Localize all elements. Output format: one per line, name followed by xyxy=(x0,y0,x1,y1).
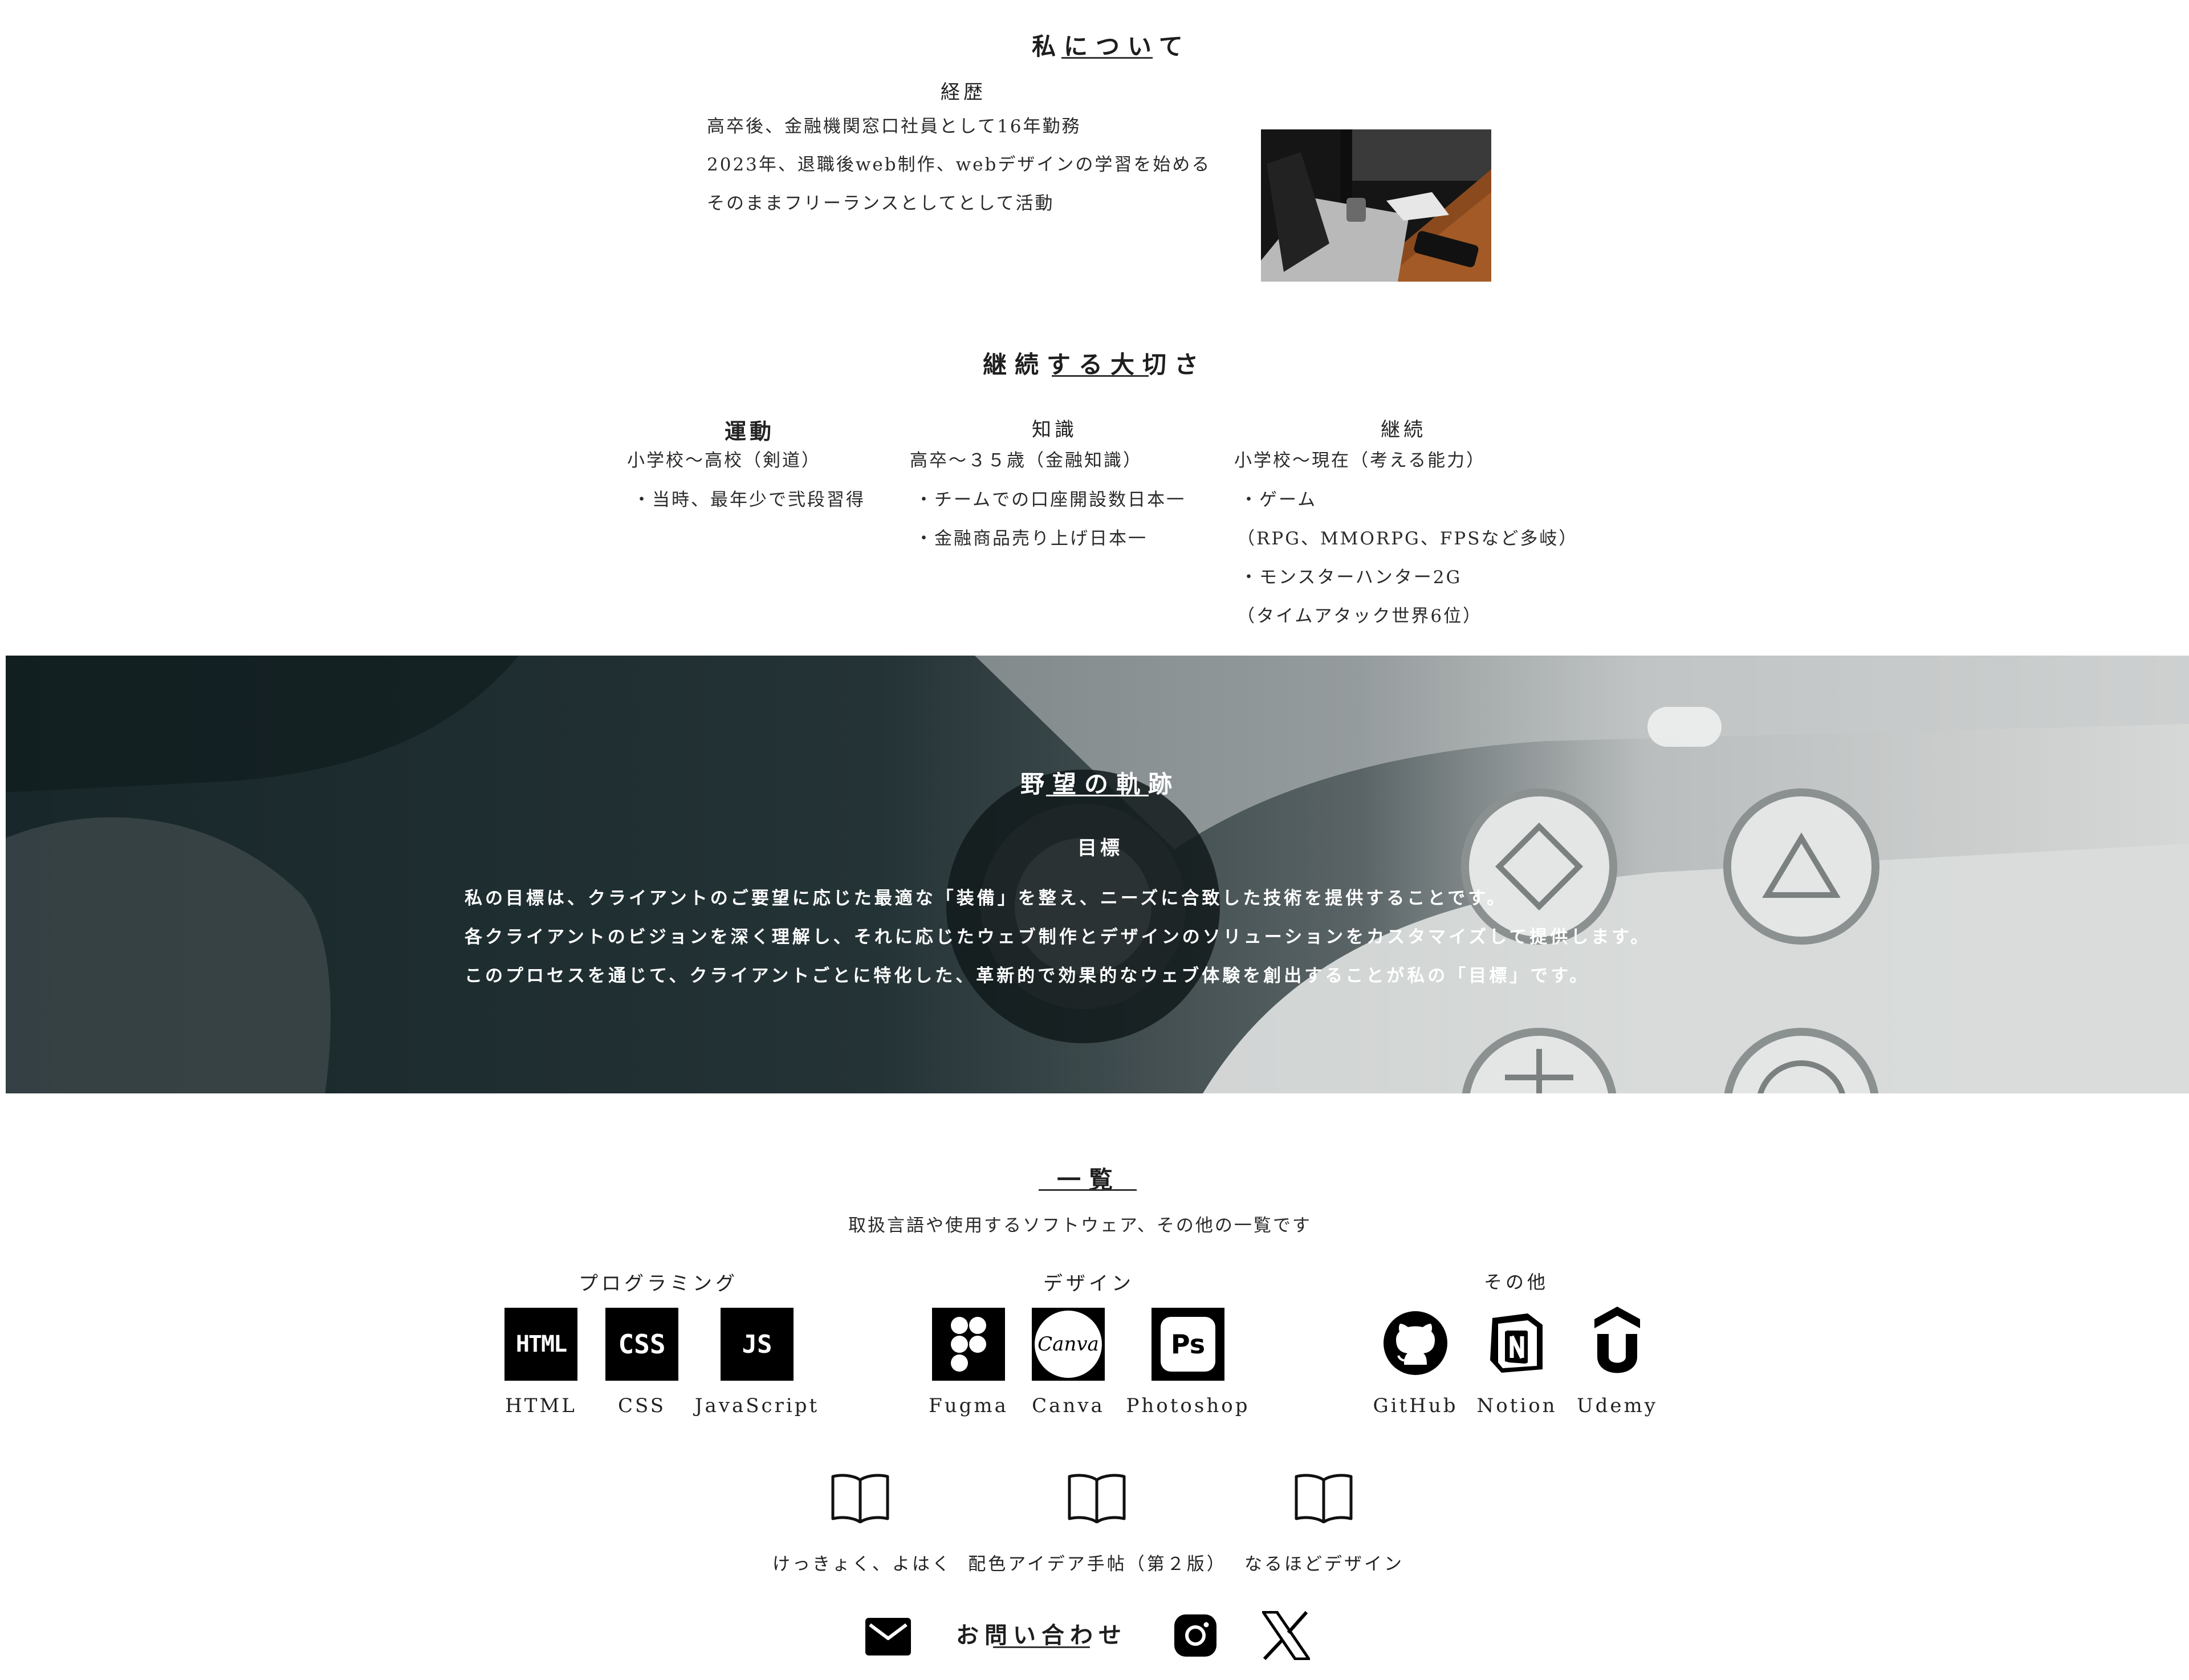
continuity-item: （RPG、MMORPG、FPSなど多岐） xyxy=(1237,528,1578,549)
list-title-underline xyxy=(1039,1189,1137,1191)
html-icon[interactable]: HTML xyxy=(504,1308,577,1381)
canva-circle: Canva xyxy=(1035,1311,1102,1378)
github-icon[interactable] xyxy=(1382,1310,1449,1376)
continuity-item: ・モンスターハンター2G xyxy=(1240,567,1462,588)
ambition-line: 私の目標は、クライアントのご要望に応じた最適な「装備」を整え、ニーズに合致した技… xyxy=(465,888,1508,909)
photoshop-glyph: Ps xyxy=(1170,1329,1206,1360)
instagram-glyph xyxy=(1174,1614,1216,1657)
ambition-line: 各クライアントのビジョンを深く理解し、それに応じたウェブ制作とデザインのソリュー… xyxy=(465,927,1651,947)
github-label: GitHub xyxy=(1373,1394,1458,1417)
game-controller-illustration xyxy=(6,656,2189,1093)
contact-label: お問い合わせ xyxy=(956,1622,1127,1649)
group-heading-design: デザイン xyxy=(1043,1272,1134,1295)
github-glyph xyxy=(1384,1311,1447,1375)
continuity-col-period: 小学校〜現在（考える能力） xyxy=(1234,450,1486,471)
list-description: 取扱言語や使用するソフトウェア、その他の一覧です xyxy=(848,1215,1312,1236)
desk-laptop-photo xyxy=(1261,129,1491,282)
continuity-col-period: 高卒〜３５歳（金融知識） xyxy=(910,450,1142,471)
book-glyph xyxy=(1068,1474,1126,1524)
continuity-col-period: 小学校〜高校（剣道） xyxy=(627,450,821,471)
udemy-icon[interactable] xyxy=(1592,1305,1643,1380)
notion-label: Notion xyxy=(1476,1394,1557,1417)
js-icon[interactable]: JS xyxy=(721,1308,794,1381)
career-line: 高卒後、金融機関窓口社員として16年勤務 xyxy=(707,116,1081,137)
continuity-col-heading: 運動 xyxy=(724,418,775,444)
photoshop-icon[interactable]: Ps xyxy=(1152,1308,1224,1381)
notion-glyph xyxy=(1490,1313,1543,1373)
figma-icon[interactable] xyxy=(932,1308,1005,1381)
ambition-line: このプロセスを通じて、クライアントごとに特化した、革新的で効果的なウェブ体験を創… xyxy=(465,966,1590,986)
career-line: そのままフリーランスとしてとして活動 xyxy=(707,193,1055,214)
figma-label: Fugma xyxy=(929,1394,1008,1417)
mail-glyph xyxy=(865,1618,911,1655)
photoshop-frame: Ps xyxy=(1161,1317,1215,1372)
continuity-item: ・チームでの口座開設数日本一 xyxy=(915,490,1186,510)
ambition-title-underline xyxy=(1046,795,1149,796)
canva-icon[interactable]: Canva xyxy=(1032,1308,1105,1381)
css-icon[interactable]: CSS xyxy=(605,1308,678,1381)
continuity-col-heading: 継続 xyxy=(1381,418,1426,441)
udemy-label: Udemy xyxy=(1577,1394,1658,1417)
canva-label: Canva xyxy=(1032,1394,1105,1417)
css-label: CSS xyxy=(617,1394,666,1417)
book-icon[interactable] xyxy=(1067,1472,1126,1524)
book-glyph xyxy=(831,1474,889,1524)
continuity-item: （タイムアタック世界6位） xyxy=(1237,606,1483,627)
photoshop-label: Photoshop xyxy=(1126,1394,1250,1417)
contact-link[interactable]: お問い合わせ xyxy=(953,1617,1130,1653)
notion-icon[interactable] xyxy=(1487,1310,1547,1374)
book-icon[interactable] xyxy=(831,1472,890,1524)
ambition-subheading: 目標 xyxy=(1077,837,1123,860)
career-heading: 経歴 xyxy=(941,81,986,104)
canva-glyph: Canva xyxy=(1037,1333,1099,1356)
udemy-glyph xyxy=(1594,1307,1640,1373)
continuity-col-heading: 知識 xyxy=(1032,418,1077,441)
book-label: 配色アイデア手帖（第２版） xyxy=(968,1554,1227,1575)
book-label: けっきょく、よはく xyxy=(772,1554,952,1575)
continuity-item: ・ゲーム xyxy=(1240,490,1317,510)
book-icon[interactable] xyxy=(1294,1472,1353,1524)
html-label: HTML xyxy=(505,1394,577,1417)
contact-underline xyxy=(993,1646,1090,1648)
x-glyph xyxy=(1260,1610,1312,1661)
javascript-label: JavaScript xyxy=(694,1394,820,1417)
continuity-item: ・金融商品売り上げ日本一 xyxy=(915,528,1148,549)
continuity-title-underline xyxy=(1052,375,1149,377)
instagram-icon[interactable] xyxy=(1174,1614,1216,1657)
book-glyph xyxy=(1295,1474,1353,1524)
career-line: 2023年、退職後web制作、webデザインの学習を始める xyxy=(707,154,1211,175)
group-heading-other: その他 xyxy=(1483,1271,1549,1293)
x-icon[interactable] xyxy=(1260,1610,1312,1661)
book-label: なるほどデザイン xyxy=(1244,1554,1404,1575)
continuity-item: ・当時、最年少で弐段習得 xyxy=(633,490,865,510)
mail-icon[interactable] xyxy=(865,1618,911,1655)
ambition-banner: 野望の軌跡 目標 私の目標は、クライアントのご要望に応じた最適な「装備」を整え、… xyxy=(6,656,2189,1093)
about-title-underline xyxy=(1061,57,1153,59)
figma-glyph xyxy=(951,1317,986,1372)
group-heading-programming: プログラミング xyxy=(579,1272,738,1295)
